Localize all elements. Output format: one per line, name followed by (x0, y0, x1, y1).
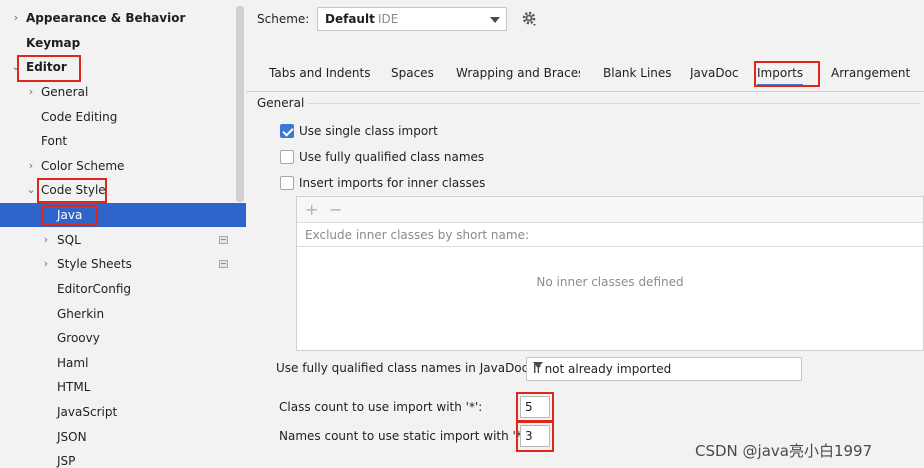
sidebar-scrollbar[interactable] (236, 6, 244, 202)
sidebar-item-label: Java (57, 208, 83, 222)
sidebar-item-label: General (41, 85, 89, 99)
sidebar-item-javascript[interactable]: JavaScript (0, 400, 246, 424)
checkbox-checked-icon[interactable] (280, 124, 294, 138)
tab-arrangement[interactable]: Arrangement (831, 66, 910, 80)
sidebar-item-color-scheme[interactable]: › Color Scheme (0, 154, 246, 178)
sidebar-item-jsp[interactable]: JSP (0, 449, 246, 468)
code-style-panel: Scheme: Default IDE Tabs and Indents Spa… (246, 0, 924, 468)
sidebar-item-label: Editor (26, 60, 67, 74)
chevron-right-icon: › (28, 159, 34, 172)
sidebar-item-editor[interactable]: ⌄ Editor (0, 55, 246, 79)
sidebar-item-gherkin[interactable]: Gherkin (0, 302, 246, 326)
tab-tabs-and-indents[interactable]: Tabs and Indents (269, 66, 370, 80)
scheme-label: Scheme: (257, 12, 310, 26)
sidebar-item-label: Haml (57, 356, 89, 370)
checkbox-label: Use single class import (299, 124, 438, 138)
settings-sidebar: › Appearance & Behavior Keymap ⌄ Editor … (0, 0, 246, 468)
class-count-label: Class count to use import with '*': (279, 400, 483, 414)
names-count-input[interactable]: 3 (520, 425, 550, 447)
list-toolbar: + − (297, 197, 923, 223)
list-empty-text: No inner classes defined (536, 275, 684, 289)
sidebar-item-label: JSP (57, 454, 76, 468)
project-scheme-icon (219, 260, 228, 268)
sidebar-item-label: Style Sheets (57, 257, 132, 271)
sidebar-item-general[interactable]: › General (0, 80, 246, 104)
sidebar-item-font[interactable]: Font (0, 129, 246, 153)
sidebar-item-json[interactable]: JSON (0, 425, 246, 449)
tab-javadoc[interactable]: JavaDoc (690, 66, 740, 80)
scheme-dropdown[interactable]: Default IDE (317, 7, 507, 31)
sidebar-item-label: Gherkin (57, 307, 105, 321)
chevron-right-icon: › (28, 85, 34, 98)
names-count-label: Names count to use static import with '*… (279, 429, 530, 443)
scheme-kind: IDE (378, 12, 399, 26)
sidebar-item-code-editing[interactable]: Code Editing (0, 105, 246, 129)
sidebar-item-label: Code Editing (41, 110, 118, 124)
names-count-value: 3 (525, 429, 533, 443)
sidebar-item-html[interactable]: HTML (0, 375, 246, 399)
sidebar-item-style-sheets[interactable]: › Style Sheets (0, 252, 246, 276)
sidebar-item-label: Appearance & Behavior (26, 11, 186, 25)
javadoc-qualified-label: Use fully qualified class names in JavaD… (276, 361, 533, 375)
sidebar-item-label: Keymap (26, 36, 81, 50)
sidebar-item-haml[interactable]: Haml (0, 351, 246, 375)
sidebar-item-label: SQL (57, 233, 81, 247)
tab-wrapping-and-braces[interactable]: Wrapping and Braces (456, 66, 580, 80)
tab-blank-lines[interactable]: Blank Lines (603, 66, 672, 80)
remove-icon[interactable]: − (329, 200, 342, 219)
project-scheme-icon (219, 236, 228, 244)
chevron-down-icon: ⌄ (11, 60, 21, 73)
gear-icon[interactable] (521, 10, 539, 28)
javadoc-qualified-select[interactable]: If not already imported (526, 357, 802, 381)
code-style-tabs: Tabs and Indents Spaces Wrapping and Bra… (246, 58, 924, 92)
checkbox-label: Insert imports for inner classes (299, 176, 486, 190)
class-count-input[interactable]: 5 (520, 396, 550, 418)
chevron-right-icon: › (13, 11, 19, 24)
checkbox-icon[interactable] (280, 150, 294, 164)
sidebar-item-label: Groovy (57, 331, 100, 345)
sidebar-item-label: Code Style (41, 183, 106, 197)
class-count-value: 5 (525, 400, 533, 414)
sidebar-item-label: Font (41, 134, 68, 148)
chevron-down-icon: ⌄ (26, 183, 36, 196)
sidebar-item-keymap[interactable]: Keymap (0, 31, 246, 55)
chevron-right-icon: › (43, 257, 49, 270)
sidebar-item-editorconfig[interactable]: EditorConfig (0, 277, 246, 301)
sidebar-item-label: EditorConfig (57, 282, 132, 296)
dropdown-arrow-icon (533, 362, 543, 368)
add-icon[interactable]: + (305, 200, 318, 219)
chevron-right-icon: › (43, 233, 49, 246)
sidebar-item-groovy[interactable]: Groovy (0, 326, 246, 350)
general-section-title: General (257, 96, 305, 110)
checkbox-label: Use fully qualified class names (299, 150, 485, 164)
sidebar-item-appearance-behavior[interactable]: › Appearance & Behavior (0, 6, 246, 30)
tab-imports[interactable]: Imports (757, 66, 804, 87)
sidebar-item-sql[interactable]: › SQL (0, 228, 246, 252)
sidebar-item-label: Color Scheme (41, 159, 125, 173)
sidebar-item-label: JSON (57, 430, 87, 444)
checkbox-icon[interactable] (280, 176, 294, 190)
sidebar-item-label: HTML (57, 380, 91, 394)
javadoc-qualified-value: If not already imported (533, 362, 672, 376)
sidebar-item-java[interactable]: Java (0, 203, 246, 227)
section-divider (308, 103, 920, 104)
scheme-name: Default (325, 12, 375, 26)
watermark: CSDN @java亮小白1997 (695, 442, 873, 460)
list-header: Exclude inner classes by short name: (297, 223, 923, 247)
tab-spaces[interactable]: Spaces (391, 66, 434, 80)
inner-classes-list: + − Exclude inner classes by short name:… (296, 196, 924, 351)
list-header-label: Exclude inner classes by short name: (305, 228, 529, 242)
dropdown-arrow-icon (490, 17, 500, 23)
sidebar-item-label: JavaScript (57, 405, 118, 419)
sidebar-item-code-style[interactable]: ⌄ Code Style (0, 178, 246, 202)
